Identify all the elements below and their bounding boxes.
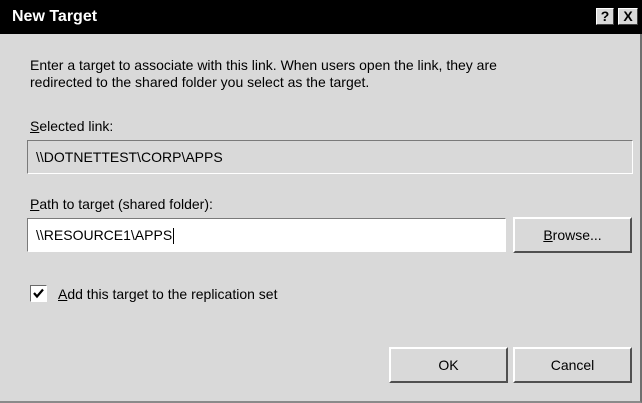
browse-label: rowse...	[552, 227, 602, 243]
path-to-target-input[interactable]: \\RESOURCE1\APPS	[27, 218, 506, 252]
description-line-1: Enter a target to associate with this li…	[30, 57, 497, 73]
selected-link-value: \\DOTNETTEST\CORP\APPS	[36, 149, 223, 165]
help-icon: ?	[600, 8, 610, 24]
close-button[interactable]: X	[618, 8, 638, 25]
add-to-replication-label[interactable]: Add this target to the replication set	[58, 286, 277, 303]
selected-link-field: \\DOTNETTEST\CORP\APPS	[27, 140, 633, 174]
help-button[interactable]: ?	[596, 8, 614, 25]
add-to-replication-mnemonic: A	[58, 286, 68, 302]
path-to-target-mnemonic: P	[30, 196, 40, 212]
add-to-replication-checkbox[interactable]	[30, 285, 47, 302]
description-line-2: redirected to the shared folder you sele…	[30, 74, 370, 90]
text-caret	[173, 228, 175, 245]
add-to-replication-label-text: dd this target to the replication set	[67, 286, 278, 302]
close-icon: X	[623, 8, 633, 24]
ok-button[interactable]: OK	[389, 347, 508, 383]
new-target-dialog: New Target ? X Enter a target to associa…	[0, 0, 642, 403]
browse-mnemonic: B	[543, 227, 553, 243]
browse-button[interactable]: Browse...	[513, 217, 632, 253]
selected-link-label-text: elected link:	[39, 118, 114, 134]
title-bar[interactable]: New Target ? X	[0, 0, 642, 34]
path-to-target-label-text: ath to target (shared folder):	[39, 196, 213, 212]
cancel-button[interactable]: Cancel	[513, 347, 632, 383]
cancel-label: Cancel	[550, 357, 595, 373]
path-to-target-label: Path to target (shared folder):	[30, 196, 213, 213]
dialog-title: New Target	[12, 8, 98, 25]
ok-label: OK	[438, 357, 459, 373]
selected-link-mnemonic: S	[30, 118, 40, 134]
selected-link-label: Selected link:	[30, 118, 113, 135]
checkmark-icon	[33, 288, 44, 299]
path-to-target-value: \\RESOURCE1\APPS	[36, 227, 173, 243]
